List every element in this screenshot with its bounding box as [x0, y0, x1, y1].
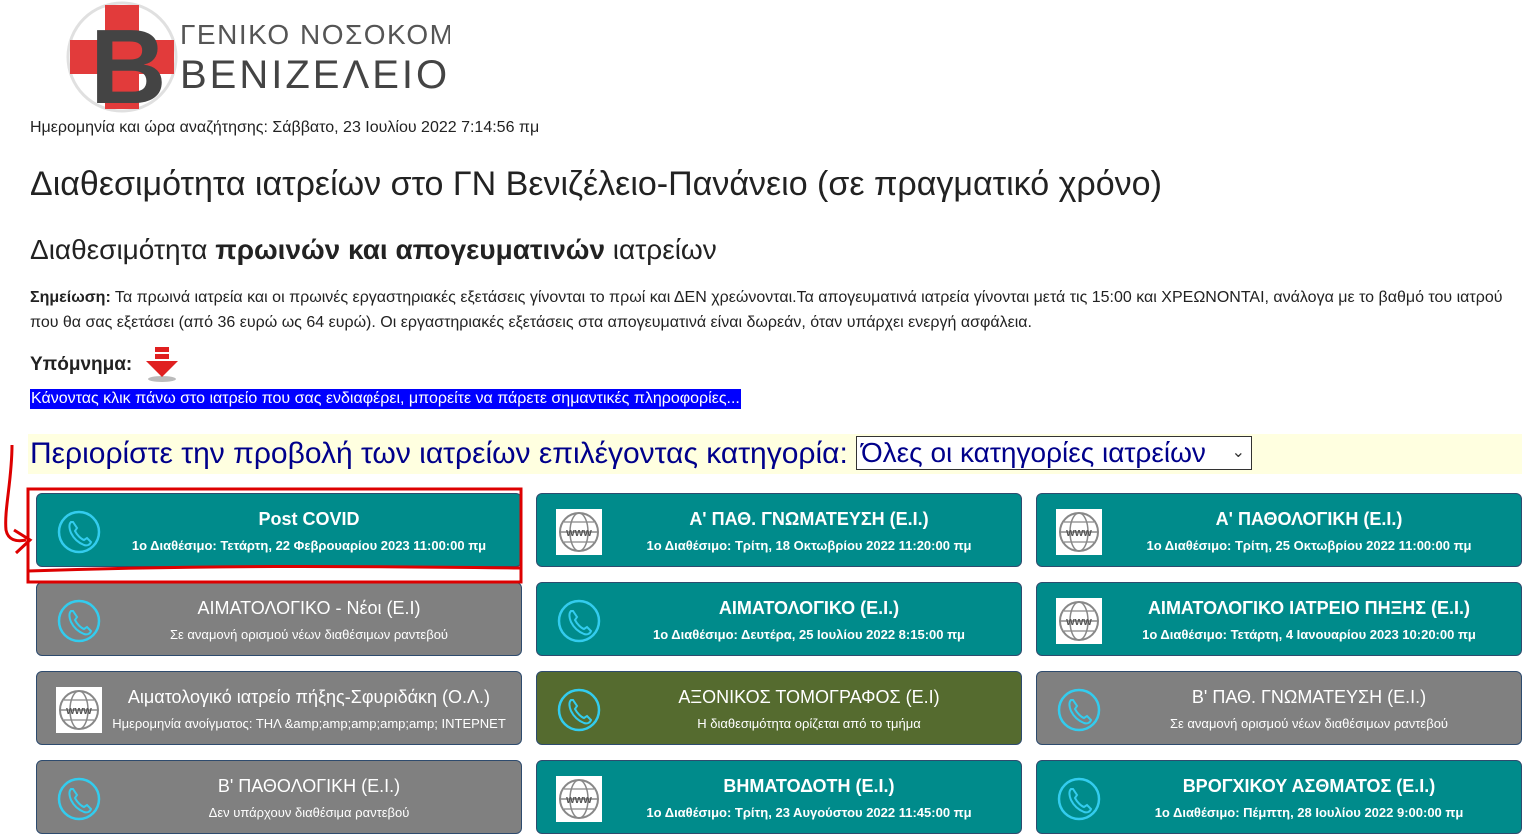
chevron-down-icon: ⌄ [1231, 444, 1245, 461]
phone-icon [556, 598, 602, 644]
section-title-post: ιατρείων [605, 234, 717, 265]
www-icon: www [556, 509, 602, 555]
clinic-title: ΒΡΟΓΧΙΚΟΥ ΑΣΘΜΑΤΟΣ (Ε.Ι.) [1182, 776, 1436, 796]
search-datetime: Ημερομηνία και ώρα αναζήτησης: Σάββατο, … [30, 119, 540, 136]
clinic-title: Post COVID [258, 509, 360, 529]
clinic-title: ΑΞΟΝΙΚΟΣ ΤΟΜΟΓΡΑΦΟΣ (Ε.Ι) [678, 687, 940, 707]
note: Σημείωση: Τα πρωινά ιατρεία και οι πρωιν… [30, 285, 1510, 335]
clinic-availability: Ημερομηνία ανοίγματος: ΤΗΛ &amp;amp;amp;… [112, 716, 506, 731]
clinic-availability: 1ο Διαθέσιμο: Τρίτη, 25 Οκτωβρίου 2022 1… [1146, 538, 1472, 553]
svg-text:www: www [565, 527, 592, 539]
clinic-availability: 1ο Διαθέσιμο: Τετάρτη, 4 Ιανουαρίου 2023… [1142, 627, 1476, 642]
filter-label: Περιορίστε την προβολή των ιατρείων επιλ… [30, 437, 848, 470]
legend-label: Υπόμνημα: [30, 354, 133, 375]
clinic-title: Β' ΠΑΘ. ΓΝΩΜΑΤΕΥΣΗ (Ε.Ι.) [1191, 687, 1427, 707]
section-title-pre: Διαθεσιμότητα [30, 234, 216, 265]
www-icon: www [1056, 598, 1102, 644]
phone-icon [1056, 776, 1102, 822]
clinic-card[interactable]: www ΑΙΜΑΤΟΛΟΓΙΚΟ ΙΑΤΡΕΙΟ ΠΗΞΗΣ (Ε.Ι.) 1ο Δ… [1036, 582, 1522, 656]
clinic-title: ΒΗΜΑΤΟΔΟΤΗ (Ε.Ι.) [723, 776, 895, 796]
info-hint: Κάνοντας κλικ πάνω στο ιατρείο που σας ε… [30, 389, 741, 409]
clinic-card[interactable]: www Α' ΠΑΘΟΛΟΓΙΚΗ (Ε.Ι.) 1ο Διαθέσιμο: Τρί… [1036, 493, 1522, 567]
clinic-title: Αιματολογικό ιατρείο πήξης-Σφυριδάκη (Ο.… [127, 687, 491, 707]
down-arrow-icon [146, 347, 179, 382]
logo-line2: ΒΕΝΙΖΕΛΕΙΟ [180, 53, 450, 97]
clinic-availability: Δεν υπάρχουν διαθέσιμα ραντεβού [208, 805, 410, 820]
www-icon: www [56, 687, 102, 733]
svg-text:www: www [565, 794, 592, 806]
clinic-availability: Σε αναμονή ορισμού νέων διαθέσιμων ραντε… [1169, 716, 1449, 731]
phone-icon [56, 598, 102, 644]
category-select[interactable]: Όλες οι κατηγορίες ιατρείων ⌄ [856, 436, 1252, 470]
svg-text:www: www [1065, 527, 1092, 539]
clinic-card[interactable]: ΑΞΟΝΙΚΟΣ ΤΟΜΟΓΡΑΦΟΣ (Ε.Ι) Η διαθεσιμότητα… [536, 671, 1022, 745]
clinic-card[interactable]: ΑΙΜΑΤΟΛΟΓΙΚΟ - Νέοι (Ε.Ι) Σε αναμονή ορισ… [36, 582, 522, 656]
clinic-title: ΑΙΜΑΤΟΛΟΓΙΚΟ (Ε.Ι.) [718, 598, 900, 618]
clinic-card[interactable]: www Αιματολογικό ιατρείο πήξης-Σφυριδάκη … [36, 671, 522, 745]
phone-icon [56, 509, 102, 555]
phone-icon [556, 687, 602, 733]
clinic-title: ΑΙΜΑΤΟΛΟΓΙΚΟ - Νέοι (Ε.Ι) [197, 598, 421, 618]
clinic-title: Α' ΠΑΘ. ΓΝΩΜΑΤΕΥΣΗ (Ε.Ι.) [689, 509, 929, 529]
category-select-value: Όλες οι κατηγορίες ιατρείων [861, 437, 1206, 468]
clinic-card[interactable]: ΒΡΟΓΧΙΚΟΥ ΑΣΘΜΑΤΟΣ (Ε.Ι.) 1ο Διαθέσιμο: Π… [1036, 760, 1522, 834]
clinic-card[interactable]: Β' ΠΑΘΟΛΟΓΙΚΗ (Ε.Ι.) Δεν υπάρχουν διαθέσι… [36, 760, 522, 834]
clinic-availability: 1ο Διαθέσιμο: Τρίτη, 18 Οκτωβρίου 2022 1… [646, 538, 972, 553]
svg-text:www: www [65, 705, 92, 717]
phone-icon [1056, 687, 1102, 733]
hospital-logo: B ΓΕΝΙΚΟ ΝΟΣΟΚΟΜΕΙΟ ΒΕΝΙΖΕΛΕΙΟ [66, 1, 450, 115]
clinic-title: Β' ΠΑΘΟΛΟΓΙΚΗ (Ε.Ι.) [217, 776, 401, 796]
clinic-availability: 1ο Διαθέσιμο: Δευτέρα, 25 Ιουλίου 2022 8… [652, 627, 965, 642]
clinic-availability: Σε αναμονή ορισμού νέων διαθέσιμων ραντε… [169, 627, 449, 642]
clinic-availability: Η διαθεσιμότητα ορίζεται από το τμήμα [697, 716, 921, 731]
clinic-title: ΑΙΜΑΤΟΛΟΓΙΚΟ ΙΑΤΡΕΙΟ ΠΗΞΗΣ (Ε.Ι.) [1147, 598, 1471, 618]
phone-icon [56, 776, 102, 822]
svg-text:www: www [1065, 616, 1092, 628]
clinic-availability: 1ο Διαθέσιμο: Πέμπτη, 28 Ιουλίου 2022 9:… [1154, 805, 1464, 820]
category-filter: Περιορίστε την προβολή των ιατρείων επιλ… [28, 434, 1522, 474]
page-title: Διαθεσιμότητα ιατρείων στο ΓΝ Βενιζέλειο… [30, 165, 1162, 203]
section-title-bold: πρωινών και απογευματινών [215, 234, 606, 265]
clinic-card[interactable]: Β' ΠΑΘ. ΓΝΩΜΑΤΕΥΣΗ (Ε.Ι.) Σε αναμονή ορισ… [1036, 671, 1522, 745]
clinic-card[interactable]: www Α' ΠΑΘ. ΓΝΩΜΑΤΕΥΣΗ (Ε.Ι.) 1ο Διαθέσιμο… [536, 493, 1022, 567]
logo-line1: ΓΕΝΙΚΟ ΝΟΣΟΚΟΜΕΙΟ [180, 19, 450, 50]
clinic-title: Α' ΠΑΘΟΛΟΓΙΚΗ (Ε.Ι.) [1215, 509, 1403, 529]
clinic-availability: 1ο Διαθέσιμο: Τρίτη, 23 Αυγούστου 2022 1… [646, 805, 972, 820]
note-text: Τα πρωινά ιατρεία και οι πρωινές εργαστη… [30, 289, 1503, 331]
section-title: Διαθεσιμότητα πρωινών και απογευματινών … [30, 234, 717, 266]
clinic-card[interactable]: Post COVID 1ο Διαθέσιμο: Τετάρτη, 22 Φεβρ… [36, 493, 522, 567]
clinic-card[interactable]: ΑΙΜΑΤΟΛΟΓΙΚΟ (Ε.Ι.) 1ο Διαθέσιμο: Δευτέρα… [536, 582, 1022, 656]
clinic-availability: 1ο Διαθέσιμο: Τετάρτη, 22 Φεβρουαρίου 20… [131, 538, 487, 553]
legend: Υπόμνημα: [30, 347, 182, 383]
clinic-card[interactable]: www ΒΗΜΑΤΟΔΟΤΗ (Ε.Ι.) 1ο Διαθέσιμο: Τρίτη,… [536, 760, 1022, 834]
svg-text:B: B [90, 8, 167, 115]
www-icon: www [1056, 509, 1102, 555]
www-icon: www [556, 776, 602, 822]
note-label: Σημείωση: [30, 289, 111, 306]
